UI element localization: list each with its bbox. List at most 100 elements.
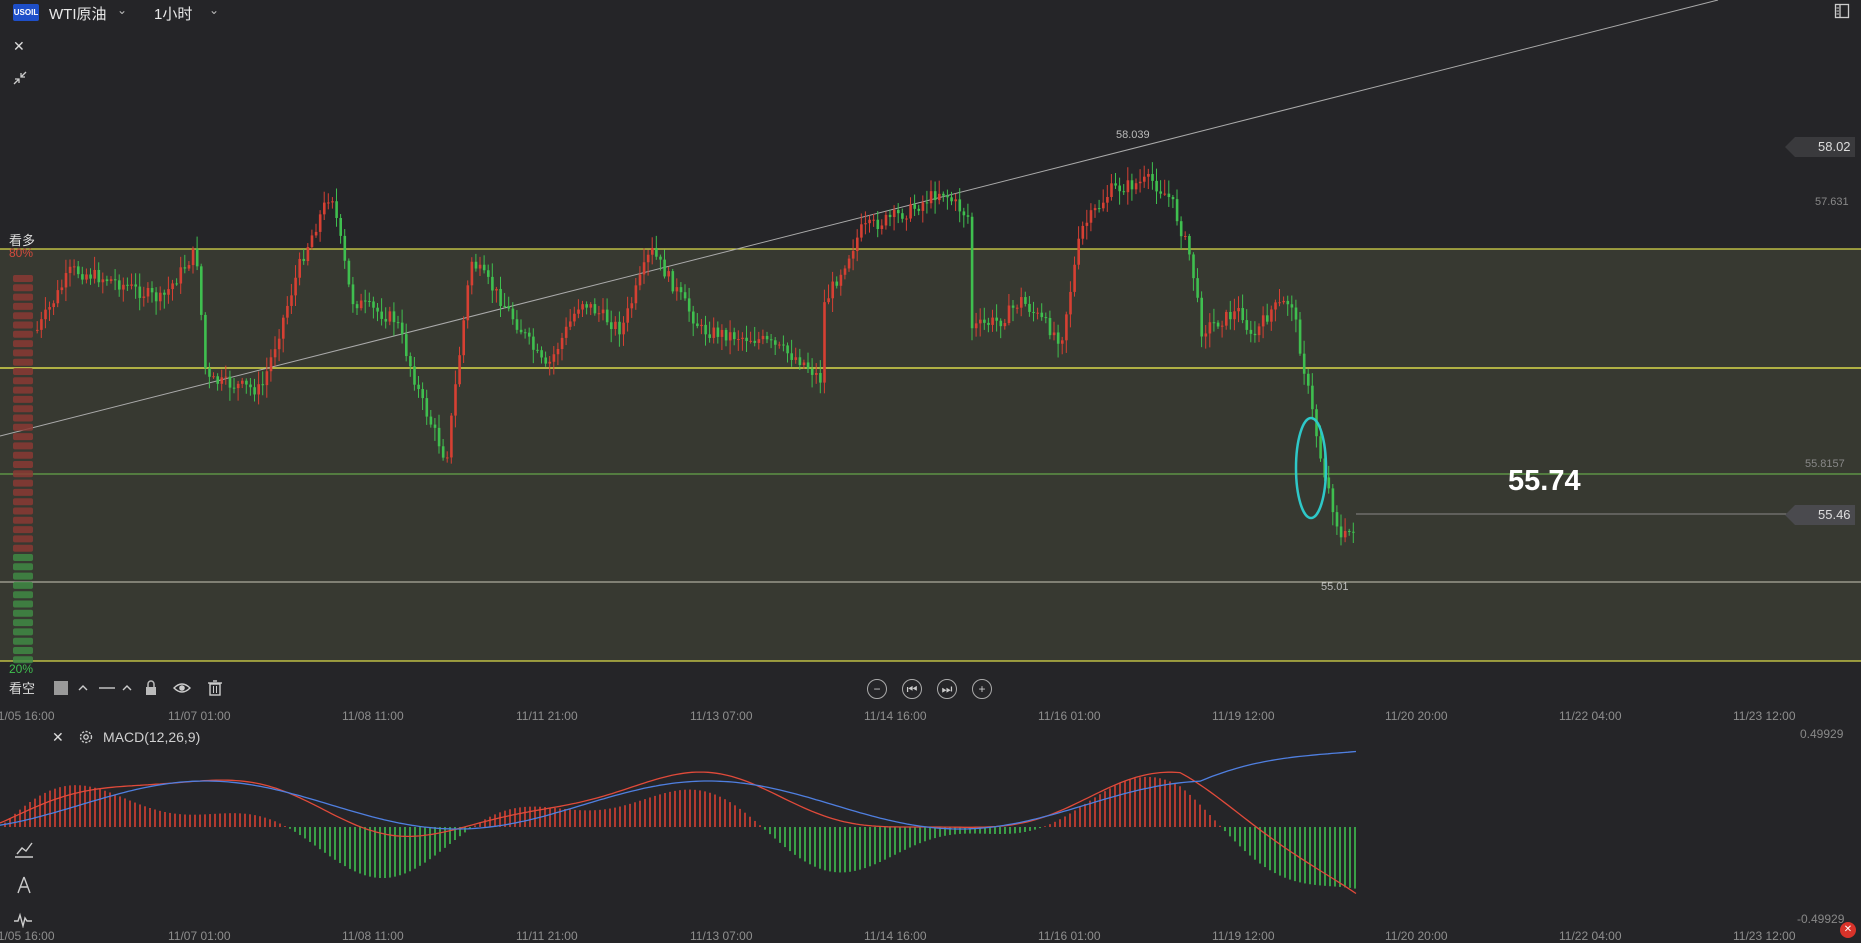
lock-icon[interactable] (142, 679, 160, 697)
sentiment-gauge-segment (13, 293, 33, 301)
candle-body (892, 209, 896, 218)
candle-body (970, 216, 974, 329)
x-axis-label: 11/05 16:00 (0, 709, 55, 723)
candle-body (433, 424, 437, 428)
candle-body (1220, 325, 1224, 327)
candle-body (831, 281, 834, 299)
sentiment-gauge-segment (13, 433, 33, 441)
x-axis-label: 11/13 07:00 (690, 929, 753, 943)
candle-body (85, 274, 88, 280)
candle-body (187, 265, 191, 269)
waveform-icon[interactable] (13, 912, 33, 928)
x-axis-label: 11/13 07:00 (690, 709, 753, 723)
candle-body (687, 298, 691, 312)
candle-body (482, 264, 486, 271)
candle-body (458, 355, 461, 385)
zoom-out-icon[interactable]: − (867, 679, 887, 699)
candle-body (704, 324, 707, 335)
chevron-up-icon[interactable] (74, 679, 92, 697)
candle-body (306, 247, 310, 262)
candle-body (118, 280, 121, 290)
candle-body (364, 300, 367, 302)
collapse-icon[interactable] (12, 70, 28, 86)
candle-body (532, 336, 535, 350)
candle-body (1122, 191, 1126, 193)
candle-body (167, 289, 170, 295)
candle-body (392, 311, 396, 323)
symbol-name[interactable]: WTI原油 (49, 3, 107, 24)
candle-body (966, 215, 970, 217)
candle-body (282, 317, 285, 339)
candle-body (396, 322, 400, 324)
candle-body (806, 362, 810, 369)
candle-body (880, 225, 884, 230)
line-icon[interactable] (98, 679, 116, 697)
sentiment-gauge-segment (13, 609, 33, 617)
sentiment-gauge-segment (13, 340, 33, 348)
candle-body (421, 389, 424, 399)
candle-body (560, 337, 564, 350)
candle-body (134, 284, 137, 287)
candle-body (1233, 311, 1236, 320)
chevron-down-icon[interactable]: ⌄ (209, 3, 219, 17)
eye-icon[interactable] (173, 679, 191, 697)
chevron-down-icon[interactable]: ⌄ (117, 3, 127, 17)
sentiment-gauge-segment (13, 535, 33, 543)
candle-body (1212, 322, 1216, 324)
candle-body (720, 329, 724, 337)
candle-body (171, 283, 174, 290)
candle-body (388, 311, 392, 322)
candle-body (1184, 235, 1187, 237)
indicator-icon[interactable] (14, 840, 34, 858)
price-chart[interactable] (0, 0, 1861, 942)
candle-body (564, 326, 568, 338)
alert-badge-icon[interactable]: ✕ (1840, 922, 1856, 938)
chevron-up-icon[interactable] (118, 679, 136, 697)
interval-select[interactable]: 1小时 (154, 3, 192, 24)
skip-back-icon[interactable]: ⏮ (902, 679, 922, 699)
candle-body (1253, 333, 1257, 336)
x-axis-label: 11/19 12:00 (1212, 709, 1275, 723)
candle-body (667, 271, 670, 277)
layout-icon[interactable] (1834, 3, 1850, 19)
sentiment-gauge-segment (13, 330, 33, 338)
candle-body (257, 384, 260, 395)
sentiment-gauge-segment (13, 312, 33, 320)
candle-body (979, 319, 982, 324)
candle-body (1032, 311, 1035, 313)
skip-forward-icon[interactable]: ⏭ (937, 679, 957, 699)
candle-body (216, 376, 219, 384)
close-icon[interactable]: ✕ (13, 38, 25, 55)
settings-icon[interactable] (78, 729, 94, 745)
candle-body (503, 305, 506, 307)
price-axis-label: 55.8157 (1805, 458, 1845, 470)
rectangle-icon[interactable] (52, 679, 70, 697)
candle-body (700, 324, 703, 327)
macd-top-value: 0.49929 (1800, 727, 1844, 741)
x-axis-label: 11/22 04:00 (1559, 929, 1622, 943)
candle-body (769, 339, 773, 341)
candle-body (716, 327, 720, 337)
candle-body (856, 237, 859, 252)
trash-icon[interactable] (206, 679, 224, 697)
candle-body (298, 258, 301, 278)
candle-body (499, 288, 502, 306)
x-axis-label: 11/08 11:00 (342, 929, 404, 943)
candle-body (236, 383, 240, 389)
candle-body (618, 321, 621, 335)
drawing-icon[interactable] (15, 875, 33, 895)
candle-body (671, 271, 675, 292)
candle-body (351, 284, 355, 305)
price-axis-label: 57.631 (1815, 196, 1849, 208)
price-tag-current: 55.46 (1785, 504, 1855, 526)
close-icon[interactable]: ✕ (52, 729, 64, 746)
x-axis-label: 11/07 01:00 (168, 709, 231, 723)
symbol-badge[interactable]: USOIL (13, 4, 39, 21)
x-axis-label: 11/05 16:00 (0, 929, 55, 943)
candle-body (536, 349, 539, 351)
candle-body (1003, 323, 1007, 327)
bull-percentage: 80% (9, 246, 34, 260)
candle-body (154, 292, 158, 302)
zoom-in-icon[interactable]: + (972, 679, 992, 699)
candle-body (585, 304, 588, 308)
